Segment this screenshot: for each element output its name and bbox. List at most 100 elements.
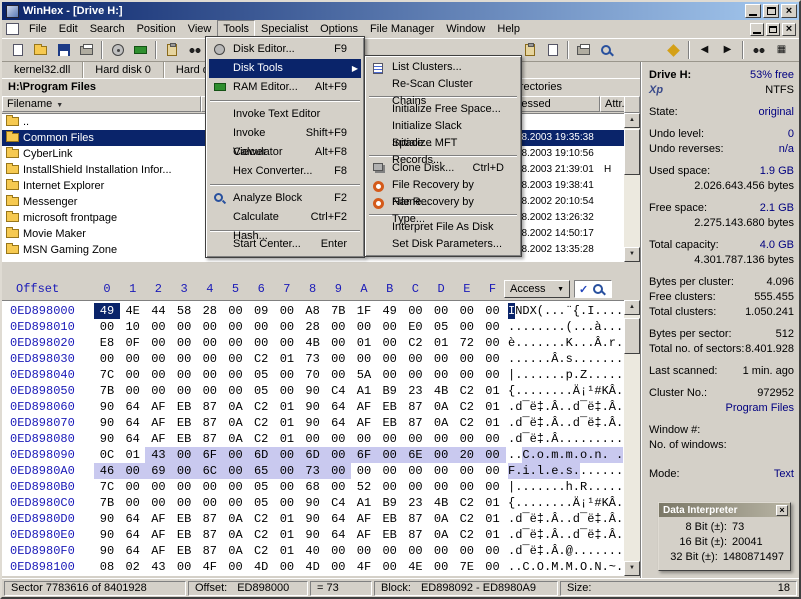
hex-byte[interactable]: 00 [197,335,223,351]
hex-byte[interactable]: 00 [171,335,197,351]
open-file-button[interactable] [29,40,52,60]
ascii-char[interactable]: . [602,431,609,447]
hex-byte[interactable]: 00 [402,351,428,367]
hex-byte[interactable]: 00 [480,479,506,495]
ascii-char[interactable]: . [551,335,558,351]
hex-byte[interactable]: 00 [351,319,377,335]
ascii-char[interactable]: . [537,351,544,367]
hex-byte[interactable]: 01 [274,527,300,543]
ascii-char[interactable]: . [602,511,609,527]
hex-byte[interactable]: AF [145,543,171,559]
ascii-char[interactable]: . [537,495,544,511]
hex-byte[interactable]: 00 [325,479,351,495]
hex-byte[interactable]: C2 [248,415,274,431]
ascii-char[interactable]: d [573,527,580,543]
hex-byte[interactable]: 28 [300,319,326,335]
ascii-char[interactable]: K [566,335,573,351]
ascii-char[interactable]: . [508,415,515,431]
ascii-char[interactable]: ‡ [594,527,601,543]
hex-byte[interactable]: 01 [274,351,300,367]
ascii-char[interactable]: . [544,559,551,575]
hex-byte[interactable]: 0A [428,399,454,415]
print-report-button[interactable] [572,40,595,60]
hex-byte[interactable]: 00 [454,367,480,383]
ascii-char[interactable]: Â [551,351,558,367]
ascii-char[interactable]: . [566,527,573,543]
hex-byte[interactable]: 00 [223,447,249,463]
ascii-char[interactable]: . [594,543,601,559]
ascii-char[interactable]: D [522,303,529,319]
hex-byte[interactable]: 23 [402,495,428,511]
ascii-char[interactable]: . [544,543,551,559]
ascii-char[interactable]: . [602,527,609,543]
ascii-char[interactable]: . [587,559,594,575]
hex-byte[interactable]: 00 [402,431,428,447]
hex-byte[interactable]: EB [171,431,197,447]
ascii-char[interactable]: ë [587,415,594,431]
hex-byte[interactable]: 01 [480,495,506,511]
hex-byte[interactable]: 4F [197,559,223,575]
ascii-char[interactable]: . [609,463,616,479]
hex-byte[interactable]: AF [145,431,171,447]
ascii-char[interactable]: . [573,319,580,335]
ascii-char[interactable]: . [566,399,573,415]
hex-byte[interactable]: 00 [171,367,197,383]
hex-byte[interactable]: 00 [428,463,454,479]
hex-byte[interactable]: 20 [454,447,480,463]
hex-byte[interactable]: 00 [120,367,146,383]
hex-byte[interactable]: 0A [223,527,249,543]
ascii-char[interactable]: . [551,479,558,495]
hex-byte[interactable]: 5A [351,367,377,383]
hex-byte[interactable]: B9 [377,495,403,511]
hex-byte[interactable]: 00 [223,367,249,383]
ascii-char[interactable]: . [616,367,623,383]
ascii-char[interactable]: . [616,383,623,399]
hex-byte[interactable]: 01 [274,543,300,559]
ascii-char[interactable]: . [515,335,522,351]
ascii-char[interactable]: . [558,335,565,351]
hex-byte[interactable]: 00 [171,479,197,495]
ascii-char[interactable]: ¡ [580,495,587,511]
mdi-restore-button[interactable] [766,23,780,36]
ascii-char[interactable]: . [616,495,623,511]
hex-byte[interactable]: 00 [377,367,403,383]
ascii-char[interactable]: . [515,351,522,367]
disk-tools-item-file-recovery-by-type[interactable]: File Recovery by Type... [368,194,518,211]
hex-byte[interactable]: AF [145,399,171,415]
ascii-char[interactable]: . [587,351,594,367]
hex-byte[interactable]: 00 [274,383,300,399]
ascii-char[interactable]: . [587,367,594,383]
hex-byte[interactable]: 90 [300,399,326,415]
ascii-char[interactable]: ‡ [594,415,601,431]
hex-byte[interactable]: 00 [377,543,403,559]
hex-byte[interactable]: 4E [120,303,146,319]
hex-byte[interactable]: 6E [402,447,428,463]
hex-byte[interactable]: 00 [145,335,171,351]
hex-byte[interactable]: C2 [454,415,480,431]
print-button[interactable] [75,40,98,60]
ascii-char[interactable]: . [609,351,616,367]
hex-byte[interactable]: 00 [351,543,377,559]
ascii-char[interactable]: Â [551,399,558,415]
ascii-char[interactable]: . [573,367,580,383]
hex-byte[interactable]: AF [145,511,171,527]
hex-byte[interactable]: 02 [120,559,146,575]
hex-byte[interactable]: 00 [454,479,480,495]
ascii-char[interactable]: ¯ [580,399,587,415]
hex-byte[interactable]: C2 [248,543,274,559]
ascii-char[interactable]: @ [566,543,573,559]
hex-byte[interactable]: 00 [223,335,249,351]
ascii-char[interactable]: ‡ [537,527,544,543]
ascii-char[interactable]: | [508,367,515,383]
hex-byte[interactable]: 87 [402,399,428,415]
hex-byte[interactable]: 7B [94,495,120,511]
hex-byte[interactable]: 6D [248,447,274,463]
ascii-char[interactable]: . [616,511,623,527]
hex-byte[interactable]: 90 [300,527,326,543]
hex-byte[interactable]: 72 [454,335,480,351]
ascii-char[interactable]: . [558,543,565,559]
ascii-char[interactable]: . [573,463,580,479]
hex-byte[interactable]: 4B [428,495,454,511]
ascii-char[interactable]: . [544,319,551,335]
hex-byte[interactable]: 0F [120,335,146,351]
